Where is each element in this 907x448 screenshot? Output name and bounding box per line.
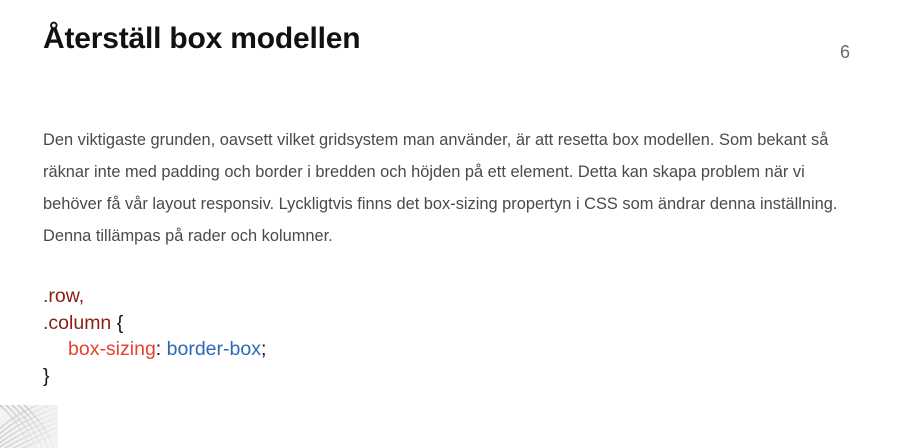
code-line-4: } (43, 363, 266, 390)
css-code-block: .row, .column { box-sizing: border-box; … (43, 283, 266, 389)
code-property: box-sizing (68, 338, 156, 360)
code-selector-row: .row, (43, 285, 85, 307)
code-semicolon: ; (260, 338, 267, 360)
code-open-brace: { (116, 311, 124, 334)
page-number: 6 (839, 42, 850, 62)
code-line-3: box-sizing: border-box; (43, 336, 266, 363)
code-value: border-box (166, 338, 261, 360)
code-selector-column: .column (43, 311, 112, 334)
corner-pattern-decoration (0, 405, 58, 448)
code-close-brace: } (43, 364, 50, 387)
code-line-1: .row, (43, 283, 266, 310)
body-paragraph: Den viktigaste grunden, oavsett vilket g… (43, 131, 838, 245)
code-colon: : (155, 338, 162, 360)
code-line-2: .column { (43, 310, 266, 337)
slide-title: Återställ box modellen (43, 22, 361, 55)
